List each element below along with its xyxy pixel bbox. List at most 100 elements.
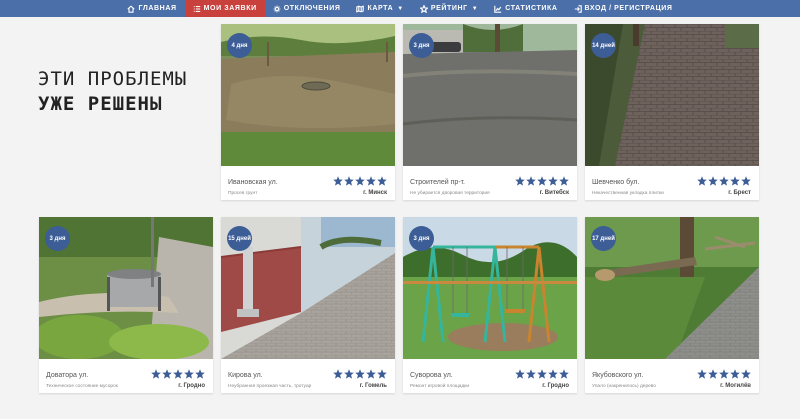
- nav-item-map[interactable]: Карта ▼: [348, 0, 411, 17]
- star-icon: [195, 369, 205, 379]
- days-badge: 17 дней: [591, 226, 616, 251]
- card-description: Не убирается дворовая территория: [410, 191, 490, 196]
- nav-label: Отключения: [283, 5, 341, 12]
- card-street: Шевченко бул.: [592, 179, 640, 186]
- card-city: г. Брест: [728, 190, 751, 196]
- nav-item-outages[interactable]: Отключения: [265, 0, 349, 17]
- star-icon: [184, 369, 194, 379]
- nav-label: Мои заявки: [203, 5, 257, 12]
- chevron-down-icon: ▼: [471, 5, 479, 12]
- star-icon: [162, 369, 172, 379]
- problem-card[interactable]: 14 дней Шевченко бул. Некачественная укл…: [585, 24, 759, 200]
- rating-stars: [515, 369, 569, 379]
- problem-card[interactable]: 3 дня Суворова ул. Ремонт игровой площад…: [403, 217, 577, 393]
- nav-label: Рейтинг: [430, 5, 468, 12]
- star-icon: [741, 176, 751, 186]
- days-badge: 4 дня: [227, 33, 252, 58]
- card-photo: 3 дня: [403, 217, 577, 359]
- gear-icon: [273, 5, 281, 12]
- chevron-down-icon: ▼: [397, 5, 404, 12]
- star-icon: [719, 176, 729, 186]
- star-icon: [151, 369, 161, 379]
- star-icon: [548, 369, 558, 379]
- problem-card[interactable]: 3 дня Доватора ул. Техническое состояние…: [39, 217, 213, 393]
- problem-card[interactable]: 17 дней Якубовского ул. Упало (накренило…: [585, 217, 759, 393]
- card-street: Строителей пр-т.: [410, 179, 465, 186]
- star-icon: [366, 369, 376, 379]
- card-description: Некачественная укладка плитки: [592, 191, 664, 196]
- star-icon: [697, 369, 707, 379]
- nav-item-home[interactable]: Главная: [119, 0, 184, 17]
- card-city: г. Гродно: [542, 383, 569, 389]
- card-photo: 3 дня: [39, 217, 213, 359]
- card-description: Просев грунт: [228, 191, 258, 196]
- problem-card[interactable]: 4 дня Ивановская ул. Просев грунт г. Мин…: [221, 24, 395, 200]
- card-description: Техническое состояние мусорок: [46, 384, 118, 389]
- star-icon: [526, 176, 536, 186]
- nav-item-rating[interactable]: Рейтинг ▼: [412, 0, 486, 17]
- rating-stars: [697, 176, 751, 186]
- card-description: Ремонт игровой площадки: [410, 384, 470, 389]
- star-icon: [730, 369, 740, 379]
- star-icon: [526, 369, 536, 379]
- card-description: Упало (накренилось) дерево: [592, 384, 656, 389]
- star-icon: [708, 369, 718, 379]
- rating-stars: [333, 176, 387, 186]
- days-badge: 3 дня: [409, 33, 434, 58]
- star-icon: [515, 176, 525, 186]
- nav-label: Статистика: [505, 5, 558, 12]
- star-icon: [344, 176, 354, 186]
- card-street: Якубовского ул.: [592, 372, 644, 379]
- login-icon: [574, 4, 582, 13]
- card-city: г. Гомель: [359, 383, 387, 389]
- nav-item-login[interactable]: Вход / Регистрация: [566, 0, 681, 17]
- rating-stars: [697, 369, 751, 379]
- headline-line-1: ЭТИ ПРОБЛЕМЫ: [38, 68, 188, 90]
- home-icon: [127, 4, 136, 13]
- star-icon: [355, 369, 365, 379]
- card-city: г. Витебск: [539, 190, 569, 196]
- star-icon: [515, 369, 525, 379]
- star-icon: [730, 176, 740, 186]
- card-photo: 14 дней: [585, 24, 759, 166]
- star-icon: [377, 369, 387, 379]
- star-icon: [333, 176, 343, 186]
- problem-card[interactable]: 3 дня Строителей пр-т. Не убирается двор…: [403, 24, 577, 200]
- map-icon: [356, 4, 365, 13]
- chart-icon: [494, 5, 502, 13]
- card-street: Кирова ул.: [228, 372, 263, 379]
- days-badge: 3 дня: [45, 226, 70, 251]
- days-badge: 14 дней: [591, 33, 616, 58]
- days-badge: 3 дня: [409, 226, 434, 251]
- star-icon: [559, 176, 569, 186]
- star-icon: [173, 369, 183, 379]
- star-icon: [719, 369, 729, 379]
- card-city: г. Могилёв: [720, 383, 751, 389]
- star-icon: [419, 4, 428, 13]
- card-city: г. Минск: [363, 190, 387, 196]
- star-icon: [344, 369, 354, 379]
- card-description: Неубранная проезжая часть, тротуар: [228, 384, 312, 389]
- list-icon: [193, 5, 200, 12]
- card-photo: 15 дней: [221, 217, 395, 359]
- rating-stars: [333, 369, 387, 379]
- star-icon: [333, 369, 343, 379]
- rating-stars: [515, 176, 569, 186]
- nav-item-statistics[interactable]: Статистика: [486, 0, 565, 17]
- star-icon: [537, 369, 547, 379]
- star-icon: [366, 176, 376, 186]
- card-photo: 3 дня: [403, 24, 577, 166]
- section-headline: ЭТИ ПРОБЛЕМЫ УЖЕ РЕШЕНЫ: [38, 67, 187, 117]
- card-city: г. Гродно: [178, 383, 205, 389]
- star-icon: [355, 176, 365, 186]
- nav-label: Карта: [367, 5, 394, 12]
- nav-item-my-requests[interactable]: Мои заявки: [184, 0, 265, 17]
- days-badge: 15 дней: [227, 226, 252, 251]
- problem-card[interactable]: 15 дней Кирова ул. Неубранная проезжая ч…: [221, 217, 395, 393]
- top-nav: Главная Мои заявки Отключения Карта ▼ Ре…: [0, 0, 800, 17]
- nav-label: Вход / Регистрация: [584, 5, 673, 12]
- star-icon: [537, 176, 547, 186]
- card-street: Суворова ул.: [410, 372, 453, 379]
- star-icon: [377, 176, 387, 186]
- star-icon: [708, 176, 718, 186]
